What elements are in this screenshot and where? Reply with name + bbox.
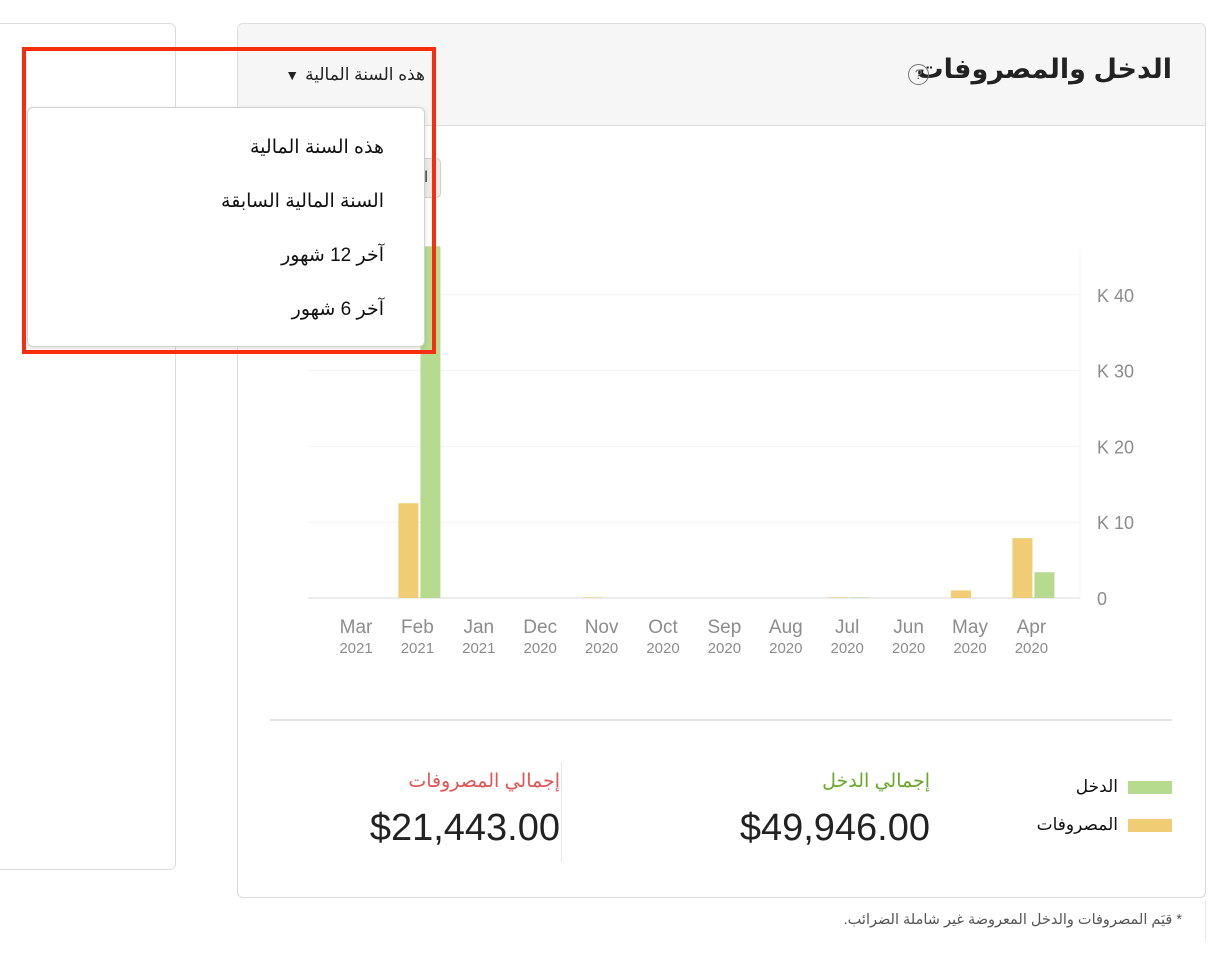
total-income-value: $49,946.00 bbox=[739, 807, 930, 849]
x-tick-month: Apr bbox=[1017, 617, 1047, 638]
total-income-label: إجمالي الدخل bbox=[822, 771, 930, 792]
total-expense-value: $21,443.00 bbox=[369, 807, 560, 849]
y-tick-label: K 40 bbox=[1097, 286, 1134, 306]
legend-swatch-expense bbox=[1128, 818, 1172, 832]
period-dropdown-menu: هذه السنة المالية السنة المالية السابقة … bbox=[27, 107, 425, 347]
x-tick-year: 2020 bbox=[708, 640, 741, 657]
x-tick-year: 2020 bbox=[646, 640, 679, 657]
x-tick-month: Jun bbox=[893, 617, 924, 638]
x-tick-month: Nov bbox=[585, 617, 619, 638]
x-tick-month: Jul bbox=[835, 617, 859, 638]
x-tick-month: Feb bbox=[401, 617, 434, 638]
period-option-last-12-months[interactable]: آخر 12 شهور bbox=[28, 242, 424, 296]
section-divider bbox=[270, 719, 1172, 721]
y-tick-label: K 20 bbox=[1097, 437, 1134, 457]
x-tick-month: Dec bbox=[523, 617, 557, 638]
x-tick-month: May bbox=[952, 617, 988, 638]
totals-separator bbox=[561, 762, 562, 862]
x-tick-year: 2021 bbox=[401, 640, 434, 657]
footnote-rule bbox=[1205, 900, 1206, 942]
x-tick-year: 2021 bbox=[339, 640, 372, 657]
period-dropdown-toggle[interactable]: هذه السنة المالية ▼ bbox=[285, 65, 425, 85]
legend-swatch-income bbox=[1128, 780, 1172, 794]
x-tick-year: 2021 bbox=[462, 640, 495, 657]
question-circle-icon[interactable]: ? bbox=[908, 64, 929, 85]
x-tick-year: 2020 bbox=[831, 640, 864, 657]
legend-item-expense: المصروفات bbox=[1037, 814, 1172, 836]
x-tick-month: Mar bbox=[340, 617, 373, 638]
total-expense-label: إجمالي المصروفات bbox=[408, 771, 560, 792]
legend-label-expense: المصروفات bbox=[1036, 815, 1118, 834]
y-tick-label: 0 bbox=[1097, 589, 1107, 609]
x-tick-month: Oct bbox=[648, 617, 678, 638]
x-tick-month: Jan bbox=[463, 617, 494, 638]
total-expense: إجمالي المصروفات $21,443.00 bbox=[370, 770, 560, 850]
y-tick-label: K 30 bbox=[1097, 362, 1134, 382]
x-tick-year: 2020 bbox=[953, 640, 986, 657]
widget-title: الدخل والمصروفات bbox=[916, 54, 1172, 84]
x-tick-year: 2020 bbox=[892, 640, 925, 657]
chart-legend: الدخل المصروفات bbox=[1037, 776, 1172, 852]
x-tick-year: 2020 bbox=[585, 640, 618, 657]
tax-footnote: * قيَم المصروفات والدخل المعروضة غير شام… bbox=[843, 912, 1182, 928]
x-tick-year: 2020 bbox=[1015, 640, 1048, 657]
x-tick-year: 2020 bbox=[524, 640, 557, 657]
triangle-down-icon: ▼ bbox=[285, 67, 300, 83]
x-tick-year: 2020 bbox=[769, 640, 802, 657]
period-option-last-6-months[interactable]: آخر 6 شهور bbox=[28, 296, 424, 350]
period-selected-label: هذه السنة المالية bbox=[305, 65, 425, 84]
y-tick-label: K 10 bbox=[1097, 513, 1134, 533]
x-tick-month: Sep bbox=[707, 617, 741, 638]
legend-item-income: الدخل bbox=[1037, 776, 1172, 798]
legend-label-income: الدخل bbox=[1075, 777, 1118, 796]
period-option-previous-fiscal-year[interactable]: السنة المالية السابقة bbox=[28, 188, 424, 242]
x-tick-month: Aug bbox=[769, 617, 803, 638]
total-income: إجمالي الدخل $49,946.00 bbox=[740, 770, 930, 850]
period-option-this-fiscal-year[interactable]: هذه السنة المالية bbox=[28, 134, 424, 188]
